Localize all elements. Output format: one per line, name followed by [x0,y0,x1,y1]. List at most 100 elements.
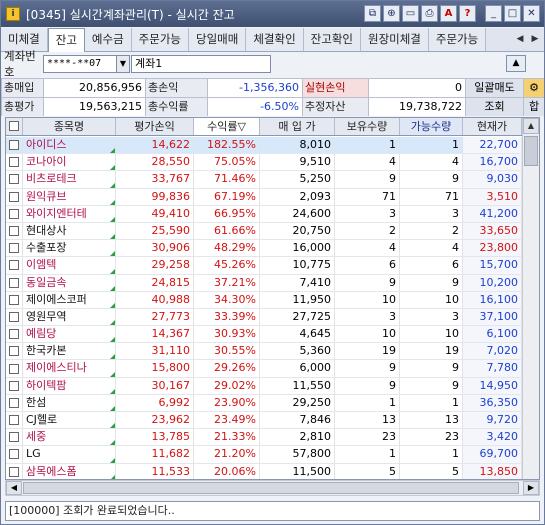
row-checkbox[interactable] [6,429,23,446]
est-assets-value: 19,738,722 [368,97,465,116]
row-checkbox[interactable] [6,360,23,377]
account-name-field[interactable]: 계좌1 [131,55,271,73]
tab-balance-check[interactable]: 잔고확인 [303,28,361,51]
status-bar: [100000] 조회가 완료되었습니다.. [5,501,540,521]
font-icon[interactable]: A [440,5,457,22]
table-row[interactable]: 한국카본 31,110 30.55% 5,360 19 19 7,020 [6,343,522,361]
table-row[interactable]: 현대상사 25,590 61.66% 20,750 2 2 33,650 [6,222,522,241]
return-rate: 20.06% [194,463,260,479]
tab-ledger-unfilled[interactable]: 원장미체결 [360,28,429,51]
header-eval-pl[interactable]: 평가손익 [116,118,194,135]
tab-orderable-2[interactable]: 주문가능 [428,28,487,51]
table-row[interactable]: 수출포장 30,906 48.29% 16,000 4 4 23,800 [6,240,522,258]
row-checkbox[interactable] [6,308,23,326]
table-row[interactable]: 이엠텍 29,258 45.26% 10,775 6 6 15,700 [6,257,522,275]
row-checkbox[interactable] [6,326,23,343]
header-name[interactable]: 종목명 [23,118,116,135]
query-button[interactable]: 조회 [465,97,523,116]
scroll-up-icon[interactable]: ▲ [523,118,539,134]
table-row[interactable]: 예림당 14,367 30.93% 4,645 10 10 6,100 [6,326,522,344]
pin-icon[interactable]: ⊕ [383,5,400,22]
header-buy-price[interactable]: 매 입 가 [260,118,335,135]
stock-name: 삼목에스폼 [23,463,116,479]
holding-qty: 1 [335,446,400,463]
table-row[interactable]: 원익큐브 99,836 67.19% 2,093 71 71 3,510 [6,188,522,206]
row-checkbox[interactable] [6,188,23,205]
row-checkbox[interactable] [6,222,23,240]
chevron-down-icon[interactable]: ▼ [117,55,130,73]
header-avail[interactable]: 가능수량 [400,118,463,135]
table-row[interactable]: 삼목에스폼 11,533 20.06% 11,500 5 5 13,850 [6,463,522,479]
tab-orderable[interactable]: 주문가능 [131,28,189,51]
scroll-right-icon[interactable]: ▶ [523,481,539,495]
header-return[interactable]: 수익률▽ [194,118,260,135]
title-bar: i [0345] 실시간계좌관리(T) - 실시간 잔고 ⧉ ⊕ ▭ ⎙ A ?… [1,1,544,27]
horizontal-scrollbar[interactable]: ◀ ▶ [5,480,540,496]
bulk-sell-button[interactable]: 일괄매도 [465,78,523,97]
row-checkbox[interactable] [6,463,23,479]
buy-price: 2,810 [260,429,335,446]
stock-name: 예림당 [23,326,116,343]
table-row[interactable]: 영원무역 27,773 33.39% 27,725 3 3 37,100 [6,308,522,327]
table-row[interactable]: 세중 13,785 21.33% 2,810 23 23 3,420 [6,429,522,447]
row-checkbox[interactable] [6,291,23,308]
print-icon[interactable]: ⎙ [421,5,438,22]
table-row[interactable]: 비츠로테크 33,767 71.46% 5,250 9 9 9,030 [6,171,522,189]
row-checkbox[interactable] [6,343,23,360]
table-row[interactable]: 제이에스티나 15,800 29.26% 6,000 9 9 7,780 [6,360,522,378]
row-checkbox[interactable] [6,171,23,188]
scroll-left-icon[interactable]: ◀ [6,481,22,495]
sum-button[interactable]: 합 [523,97,544,116]
table-row[interactable]: LG 11,682 21.20% 57,800 1 1 69,700 [6,446,522,464]
row-checkbox[interactable] [6,394,23,411]
row-checkbox[interactable] [6,377,23,394]
avail-qty: 3 [400,308,463,326]
holdings-table: 종목명 평가손익 수익률▽ 매 입 가 보유수량 가능수량 현재가 아이디스 14… [5,117,540,480]
maximize-icon[interactable]: □ [504,5,521,22]
gear-icon[interactable]: ⚙ [523,78,544,97]
table-row[interactable]: 하이텍팜 30,167 29.02% 11,550 9 9 14,950 [6,377,522,395]
tab-balance[interactable]: 잔고 [47,28,85,52]
eval-pl: 30,167 [116,377,194,394]
account-number-field[interactable]: ****-**07 [43,55,117,73]
header-select-all[interactable] [6,118,23,135]
buy-price: 29,250 [260,394,335,411]
help-icon[interactable]: ? [459,5,476,22]
table-row[interactable]: 아이디스 14,622 182.55% 8,010 1 1 22,700 [6,137,522,155]
table-row[interactable]: CJ헬로 23,962 23.49% 7,846 13 13 9,720 [6,412,522,430]
table-row[interactable]: 제이에스코퍼 40,988 34.30% 11,950 10 10 16,100 [6,291,522,309]
tab-deposit[interactable]: 예수금 [84,28,132,51]
table-row[interactable]: 동일금속 24,815 37.21% 7,410 9 9 10,200 [6,274,522,292]
table-row[interactable]: 한섬 6,992 23.90% 29,250 1 1 36,350 [6,394,522,412]
vertical-scrollbar[interactable]: ▲ [522,118,539,479]
total-pl-label: 총손익 [145,78,207,97]
tab-daily-trades[interactable]: 당일매매 [189,28,247,51]
hscroll-thumb[interactable] [23,482,519,494]
row-checkbox[interactable] [6,137,23,154]
buy-price: 4,645 [260,326,335,343]
realized-pl-value: 0 [368,78,465,97]
table-row[interactable]: 코나아이 28,550 75.05% 9,510 4 4 16,700 [6,154,522,172]
link-icon[interactable]: ⧉ [364,5,381,22]
row-checkbox[interactable] [6,205,23,222]
row-checkbox[interactable] [6,257,23,274]
avail-qty: 19 [400,343,463,360]
tab-fill-check[interactable]: 체결확인 [246,28,304,51]
row-checkbox[interactable] [6,274,23,291]
scroll-thumb[interactable] [524,136,538,166]
collapse-icon[interactable]: ▲ [506,55,526,72]
header-qty[interactable]: 보유수량 [335,118,400,135]
row-checkbox[interactable] [6,412,23,429]
screen-icon[interactable]: ▭ [402,5,419,22]
tab-next-icon[interactable]: ▶ [528,31,542,47]
row-checkbox[interactable] [6,446,23,463]
row-checkbox[interactable] [6,154,23,171]
row-checkbox[interactable] [6,240,23,257]
header-cur-price[interactable]: 현재가 [463,118,522,135]
table-row[interactable]: 와이지엔터테 49,410 66.95% 24,600 3 3 41,200 [6,205,522,223]
tab-prev-icon[interactable]: ◀ [513,31,527,47]
total-buy-label: 총매입 [1,78,43,97]
minimize-icon[interactable]: _ [485,5,502,22]
close-icon[interactable]: ✕ [523,5,540,22]
buy-price: 5,360 [260,343,335,360]
